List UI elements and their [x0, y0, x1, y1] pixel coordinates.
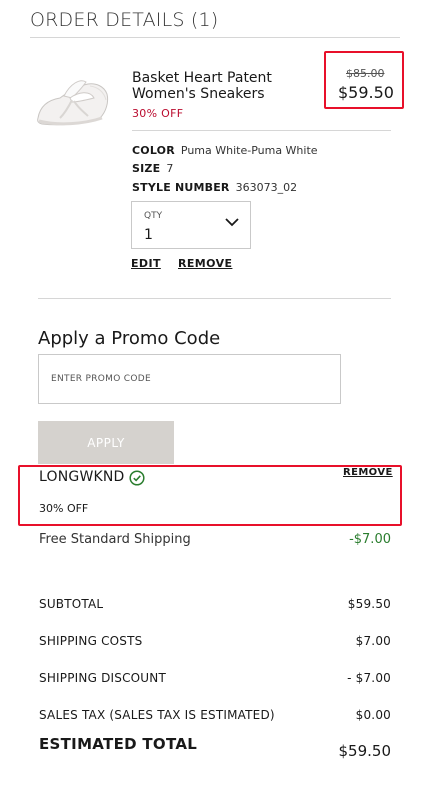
- spec-color: COLOR Puma White-Puma White: [132, 144, 318, 157]
- product-name[interactable]: Basket Heart Patent Women's Sneakers: [132, 70, 322, 102]
- summary-value: $0.00: [355, 708, 391, 722]
- applied-promo-discount: 30% OFF: [39, 502, 89, 515]
- estimated-total-value: $59.50: [338, 742, 392, 760]
- apply-promo-button[interactable]: APPLY: [38, 421, 174, 464]
- product-discount-label: 30% OFF: [132, 107, 184, 120]
- edit-item-link[interactable]: EDIT: [131, 257, 161, 270]
- promo-code-input[interactable]: [38, 354, 341, 404]
- remove-item-link[interactable]: REMOVE: [178, 257, 232, 270]
- spec-label: COLOR: [132, 144, 175, 157]
- chevron-down-icon: [225, 218, 239, 227]
- spec-value: Puma White-Puma White: [180, 144, 318, 157]
- summary-value: $59.50: [347, 597, 391, 611]
- divider: [38, 298, 391, 299]
- summary-label: SALES TAX (SALES TAX IS ESTIMATED): [39, 708, 275, 722]
- product-image[interactable]: [34, 72, 112, 134]
- applied-promo-code: LONGWKND: [39, 469, 125, 485]
- spec-size: SIZE 7: [132, 162, 173, 175]
- quantity-value: 1: [144, 227, 153, 243]
- summary-row-shipping-discount: SHIPPING DISCOUNT - $7.00: [39, 671, 391, 685]
- shipping-promo-label: Free Standard Shipping: [39, 532, 191, 547]
- remove-promo-link[interactable]: REMOVE: [343, 467, 393, 478]
- promo-code-heading: Apply a Promo Code: [38, 328, 221, 349]
- summary-label: SHIPPING DISCOUNT: [39, 671, 166, 685]
- estimated-total-label: ESTIMATED TOTAL: [39, 735, 198, 753]
- spec-value: 363073_02: [235, 181, 298, 194]
- summary-label: SUBTOTAL: [39, 597, 104, 611]
- shipping-promo-value: -$7.00: [349, 532, 391, 547]
- summary-value: $7.00: [355, 634, 391, 648]
- quantity-label: QTY: [144, 211, 163, 221]
- divider: [132, 130, 391, 131]
- check-circle-icon: [129, 470, 145, 486]
- sale-price: $59.50: [338, 83, 394, 102]
- divider: [30, 37, 400, 38]
- summary-label: SHIPPING COSTS: [39, 634, 143, 648]
- order-details-title: ORDER DETAILS (1): [30, 9, 219, 31]
- spec-label: STYLE NUMBER: [132, 181, 230, 194]
- quantity-select[interactable]: QTY 1: [131, 201, 251, 249]
- spec-value: 7: [166, 162, 174, 175]
- spec-style-number: STYLE NUMBER 363073_02: [132, 181, 297, 194]
- original-price: $85.00: [346, 67, 385, 80]
- summary-row-subtotal: SUBTOTAL $59.50: [39, 597, 391, 611]
- spec-label: SIZE: [132, 162, 161, 175]
- summary-row-shipping: SHIPPING COSTS $7.00: [39, 634, 391, 648]
- summary-value: - $7.00: [347, 671, 391, 685]
- summary-row-sales-tax: SALES TAX (SALES TAX IS ESTIMATED) $0.00: [39, 708, 391, 722]
